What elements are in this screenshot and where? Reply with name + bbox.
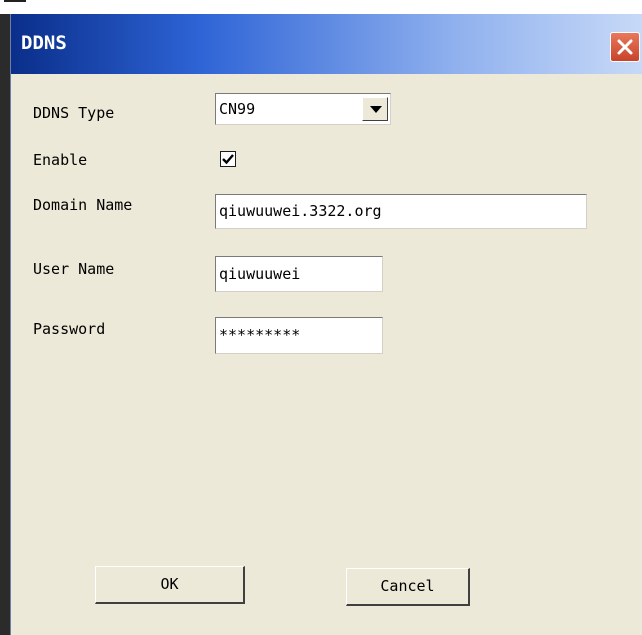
ddns-type-select[interactable]: CN99	[215, 93, 391, 125]
close-icon	[617, 39, 633, 55]
user-name-label: User Name	[33, 260, 115, 278]
window-edge	[0, 14, 10, 635]
user-name-input[interactable]: qiuwuuwei	[215, 256, 383, 292]
enable-label: Enable	[33, 151, 88, 169]
domain-name-label: Domain Name	[33, 196, 133, 214]
password-label: Password	[33, 320, 106, 338]
close-button[interactable]	[610, 32, 640, 62]
background-strip	[0, 0, 642, 14]
domain-name-input[interactable]: qiuwuuwei.3322.org	[215, 194, 587, 229]
background-fragment	[4, 0, 26, 8]
ddns-type-value: CN99	[219, 100, 256, 118]
ok-button[interactable]: OK	[95, 566, 245, 604]
dialog-title: DDNS	[21, 32, 67, 54]
checkmark-icon	[222, 154, 234, 165]
enable-checkbox[interactable]	[220, 151, 236, 167]
cancel-button[interactable]: Cancel	[346, 568, 470, 606]
ddns-type-label: DDNS Type	[33, 104, 115, 122]
password-input[interactable]: *********	[215, 317, 383, 354]
chevron-down-icon[interactable]	[362, 97, 388, 121]
title-bar[interactable]: DDNS	[11, 14, 642, 74]
ddns-dialog: DDNS DDNS Type CN99 Enable Domain Name q…	[10, 14, 642, 635]
